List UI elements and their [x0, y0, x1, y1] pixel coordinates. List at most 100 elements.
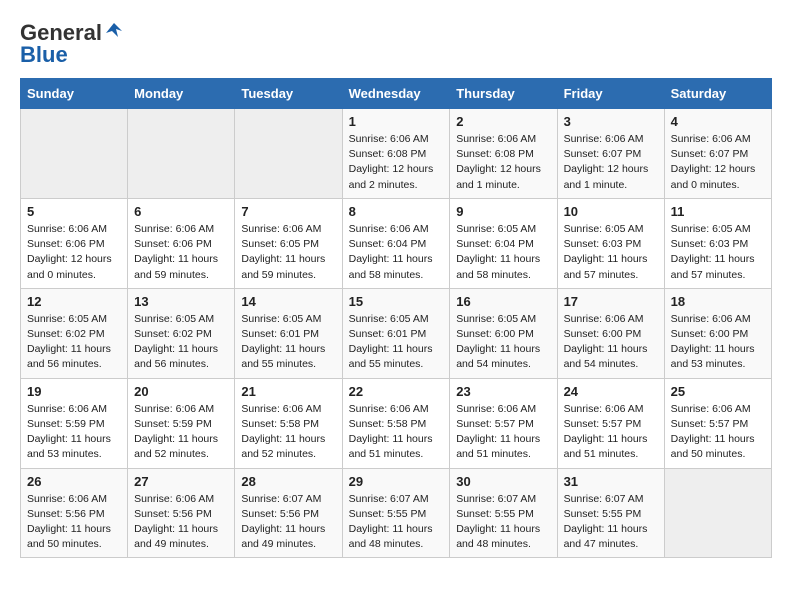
calendar-body: 1Sunrise: 6:06 AMSunset: 6:08 PMDaylight…: [21, 109, 772, 558]
day-info: Sunrise: 6:05 AMSunset: 6:02 PMDaylight:…: [27, 312, 121, 373]
day-number: 21: [241, 384, 335, 399]
weekday-header-row: SundayMondayTuesdayWednesdayThursdayFrid…: [21, 79, 772, 109]
day-number: 12: [27, 294, 121, 309]
day-info: Sunrise: 6:07 AMSunset: 5:55 PMDaylight:…: [564, 492, 658, 553]
day-info: Sunrise: 6:06 AMSunset: 6:00 PMDaylight:…: [564, 312, 658, 373]
calendar-header: SundayMondayTuesdayWednesdayThursdayFrid…: [21, 79, 772, 109]
page-header: General Blue: [20, 20, 772, 68]
calendar-cell: 2 Sunrise: 6:06 AMSunset: 6:08 PMDaylight…: [450, 109, 557, 199]
day-number: 27: [134, 474, 228, 489]
day-number: 8: [349, 204, 444, 219]
weekday-header-tuesday: Tuesday: [235, 79, 342, 109]
day-number: 26: [27, 474, 121, 489]
calendar-cell: [664, 468, 771, 558]
day-number: 6: [134, 204, 228, 219]
day-info: Sunrise: 6:06 AMSunset: 5:57 PMDaylight:…: [671, 402, 765, 463]
day-info: Sunrise: 6:05 AMSunset: 6:02 PMDaylight:…: [134, 312, 228, 373]
weekday-header-friday: Friday: [557, 79, 664, 109]
calendar-cell: 26 Sunrise: 6:06 AMSunset: 5:56 PMDayligh…: [21, 468, 128, 558]
calendar-cell: 30Sunrise: 6:07 AMSunset: 5:55 PMDayligh…: [450, 468, 557, 558]
day-number: 25: [671, 384, 765, 399]
calendar-cell: 10 Sunrise: 6:05 AMSunset: 6:03 PMDayligh…: [557, 198, 664, 288]
day-number: 30: [456, 474, 550, 489]
day-number: 3: [564, 114, 658, 129]
logo-blue-text: Blue: [20, 42, 68, 68]
day-info: Sunrise: 6:06 AMSunset: 5:56 PMDaylight:…: [27, 492, 121, 553]
calendar-cell: [235, 109, 342, 199]
calendar-cell: 21 Sunrise: 6:06 AMSunset: 5:58 PMDayligh…: [235, 378, 342, 468]
calendar-week-row: 5 Sunrise: 6:06 AMSunset: 6:06 PMDaylight…: [21, 198, 772, 288]
calendar-week-row: 1Sunrise: 6:06 AMSunset: 6:08 PMDaylight…: [21, 109, 772, 199]
day-info: Sunrise: 6:06 AMSunset: 6:04 PMDaylight:…: [349, 222, 444, 283]
day-info: Sunrise: 6:05 AMSunset: 6:04 PMDaylight:…: [456, 222, 550, 283]
day-info: Sunrise: 6:06 AMSunset: 5:59 PMDaylight:…: [27, 402, 121, 463]
calendar-cell: 15 Sunrise: 6:05 AMSunset: 6:01 PMDayligh…: [342, 288, 450, 378]
day-info: Sunrise: 6:07 AMSunset: 5:55 PMDaylight:…: [349, 492, 444, 553]
day-info: Sunrise: 6:06 AMSunset: 6:07 PMDaylight:…: [671, 132, 765, 193]
day-number: 15: [349, 294, 444, 309]
day-number: 7: [241, 204, 335, 219]
logo: General Blue: [20, 20, 124, 68]
day-info: Sunrise: 6:06 AMSunset: 6:06 PMDaylight:…: [134, 222, 228, 283]
day-info: Sunrise: 6:06 AMSunset: 6:08 PMDaylight:…: [349, 132, 444, 193]
calendar-cell: 8 Sunrise: 6:06 AMSunset: 6:04 PMDaylight…: [342, 198, 450, 288]
calendar-cell: 17 Sunrise: 6:06 AMSunset: 6:00 PMDayligh…: [557, 288, 664, 378]
logo-bird-icon: [104, 21, 124, 41]
calendar-cell: 20 Sunrise: 6:06 AMSunset: 5:59 PMDayligh…: [128, 378, 235, 468]
day-info: Sunrise: 6:07 AMSunset: 5:56 PMDaylight:…: [241, 492, 335, 553]
day-number: 16: [456, 294, 550, 309]
weekday-header-thursday: Thursday: [450, 79, 557, 109]
calendar-cell: 5 Sunrise: 6:06 AMSunset: 6:06 PMDaylight…: [21, 198, 128, 288]
weekday-header-sunday: Sunday: [21, 79, 128, 109]
calendar-cell: 13Sunrise: 6:05 AMSunset: 6:02 PMDayligh…: [128, 288, 235, 378]
day-info: Sunrise: 6:06 AMSunset: 6:06 PMDaylight:…: [27, 222, 121, 283]
weekday-header-monday: Monday: [128, 79, 235, 109]
calendar-cell: 18 Sunrise: 6:06 AMSunset: 6:00 PMDayligh…: [664, 288, 771, 378]
day-number: 2: [456, 114, 550, 129]
day-info: Sunrise: 6:06 AMSunset: 6:08 PMDaylight:…: [456, 132, 550, 193]
calendar-cell: 25 Sunrise: 6:06 AMSunset: 5:57 PMDayligh…: [664, 378, 771, 468]
day-info: Sunrise: 6:05 AMSunset: 6:00 PMDaylight:…: [456, 312, 550, 373]
day-info: Sunrise: 6:05 AMSunset: 6:01 PMDaylight:…: [349, 312, 444, 373]
calendar-cell: [21, 109, 128, 199]
calendar-cell: 14Sunrise: 6:05 AMSunset: 6:01 PMDayligh…: [235, 288, 342, 378]
day-number: 20: [134, 384, 228, 399]
calendar-cell: 29 Sunrise: 6:07 AMSunset: 5:55 PMDayligh…: [342, 468, 450, 558]
calendar-cell: 27Sunrise: 6:06 AMSunset: 5:56 PMDayligh…: [128, 468, 235, 558]
day-number: 29: [349, 474, 444, 489]
day-info: Sunrise: 6:06 AMSunset: 5:58 PMDaylight:…: [349, 402, 444, 463]
day-number: 23: [456, 384, 550, 399]
day-number: 24: [564, 384, 658, 399]
day-number: 31: [564, 474, 658, 489]
calendar-cell: 1Sunrise: 6:06 AMSunset: 6:08 PMDaylight…: [342, 109, 450, 199]
day-info: Sunrise: 6:05 AMSunset: 6:03 PMDaylight:…: [564, 222, 658, 283]
day-info: Sunrise: 6:06 AMSunset: 6:05 PMDaylight:…: [241, 222, 335, 283]
calendar-cell: 24Sunrise: 6:06 AMSunset: 5:57 PMDayligh…: [557, 378, 664, 468]
day-number: 14: [241, 294, 335, 309]
calendar-cell: 6 Sunrise: 6:06 AMSunset: 6:06 PMDaylight…: [128, 198, 235, 288]
calendar-cell: [128, 109, 235, 199]
day-number: 22: [349, 384, 444, 399]
calendar-cell: 12 Sunrise: 6:05 AMSunset: 6:02 PMDayligh…: [21, 288, 128, 378]
day-info: Sunrise: 6:06 AMSunset: 5:58 PMDaylight:…: [241, 402, 335, 463]
day-info: Sunrise: 6:06 AMSunset: 5:59 PMDaylight:…: [134, 402, 228, 463]
day-info: Sunrise: 6:06 AMSunset: 6:07 PMDaylight:…: [564, 132, 658, 193]
calendar-cell: 7 Sunrise: 6:06 AMSunset: 6:05 PMDaylight…: [235, 198, 342, 288]
day-info: Sunrise: 6:06 AMSunset: 6:00 PMDaylight:…: [671, 312, 765, 373]
day-number: 17: [564, 294, 658, 309]
calendar-cell: 22 Sunrise: 6:06 AMSunset: 5:58 PMDayligh…: [342, 378, 450, 468]
day-number: 5: [27, 204, 121, 219]
calendar-cell: 11Sunrise: 6:05 AMSunset: 6:03 PMDayligh…: [664, 198, 771, 288]
day-number: 10: [564, 204, 658, 219]
calendar-table: SundayMondayTuesdayWednesdayThursdayFrid…: [20, 78, 772, 558]
day-info: Sunrise: 6:06 AMSunset: 5:57 PMDaylight:…: [456, 402, 550, 463]
calendar-week-row: 26 Sunrise: 6:06 AMSunset: 5:56 PMDayligh…: [21, 468, 772, 558]
weekday-header-wednesday: Wednesday: [342, 79, 450, 109]
calendar-cell: 9Sunrise: 6:05 AMSunset: 6:04 PMDaylight…: [450, 198, 557, 288]
day-number: 4: [671, 114, 765, 129]
calendar-cell: 28 Sunrise: 6:07 AMSunset: 5:56 PMDayligh…: [235, 468, 342, 558]
weekday-header-saturday: Saturday: [664, 79, 771, 109]
calendar-week-row: 19Sunrise: 6:06 AMSunset: 5:59 PMDayligh…: [21, 378, 772, 468]
day-number: 18: [671, 294, 765, 309]
day-number: 28: [241, 474, 335, 489]
